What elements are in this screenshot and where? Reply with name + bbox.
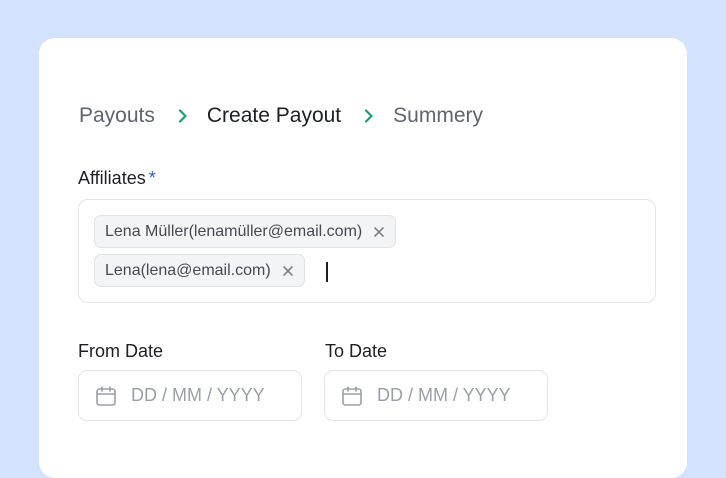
close-icon[interactable] [372,225,386,239]
from-date-input[interactable] [131,385,291,406]
from-date-field[interactable] [78,370,302,421]
affiliate-chip: Lena Müller(lenamüller@email.com) [94,215,397,248]
breadcrumb-create-payout[interactable]: Create Payout [207,102,341,130]
chevron-right-icon [174,107,192,125]
chevron-right-icon [360,107,378,125]
affiliates-label-text: Affiliates [78,168,146,188]
breadcrumb-payouts[interactable]: Payouts [79,102,155,130]
text-caret [326,262,328,282]
affiliates-multiselect[interactable]: Lena Müller(lenamüller@email.com) Lena(l… [78,199,656,303]
from-date-label: From Date [78,341,164,361]
calendar-icon [341,385,363,407]
close-icon[interactable] [281,264,295,278]
breadcrumb: Payouts Create Payout Summery [79,102,483,130]
to-date-input[interactable] [377,385,537,406]
affiliate-chip-label: Lena Müller(lenamüller@email.com) [105,222,363,240]
required-mark: * [148,168,156,188]
affiliates-label: Affiliates * [78,167,156,189]
to-date-field[interactable] [324,370,548,421]
create-payout-card: Payouts Create Payout Summery Affiliates… [39,38,687,478]
affiliate-chip-label: Lena(lena@email.com) [105,261,271,279]
calendar-icon [95,385,117,407]
to-date-label: To Date [325,341,388,361]
breadcrumb-summary[interactable]: Summery [393,102,483,130]
affiliate-chip: Lena(lena@email.com) [94,254,305,287]
